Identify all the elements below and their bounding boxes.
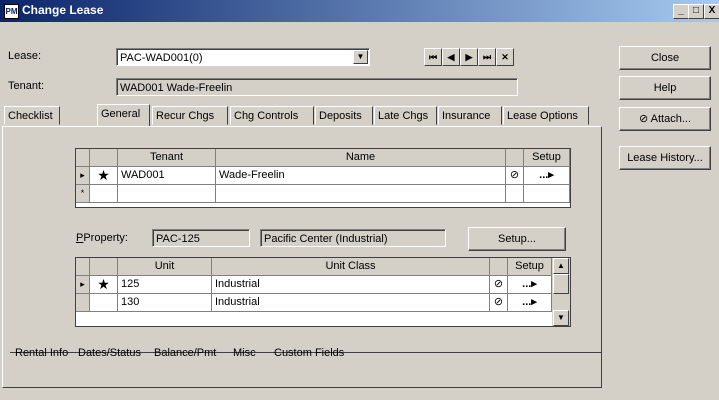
close-window-button[interactable]: X (704, 4, 719, 19)
minimize-button[interactable]: _ (673, 4, 689, 19)
tab-custom-fields[interactable]: Custom Fields (274, 347, 344, 359)
unit-setup-button[interactable]: ...▸ (508, 276, 552, 294)
tab-balance-pmt[interactable]: Balance/Pmt (154, 347, 216, 359)
tab-rental-info[interactable]: Rental Info (15, 347, 68, 359)
paperclip-icon[interactable]: ⊘ (490, 294, 508, 312)
name-cell[interactable]: Wade-Freelin (216, 167, 506, 185)
paperclip-icon[interactable]: ⊘ (506, 167, 524, 185)
unit-cell[interactable]: 125 (118, 276, 212, 294)
lease-select[interactable]: PAC-WAD001(0) ▼ (116, 48, 370, 66)
scroll-thumb[interactable] (553, 274, 569, 294)
grid-cell[interactable] (506, 185, 524, 203)
lease-value: PAC-WAD001(0) (120, 52, 203, 64)
maximize-button[interactable]: □ (688, 4, 704, 19)
grid-star-header (90, 149, 118, 167)
unit-cell[interactable]: 130 (118, 294, 212, 312)
tab-general[interactable]: General (97, 104, 150, 126)
unit-grid-scrollbar[interactable]: ▲ ▼ (552, 258, 570, 326)
tab-insurance[interactable]: Insurance (438, 106, 502, 125)
tab-recur-chgs[interactable]: Recur Chgs (152, 106, 228, 125)
last-record-button[interactable]: ⏭ (478, 48, 496, 66)
grid-star-header (90, 258, 118, 276)
clip-column-header (490, 258, 508, 276)
tenant-grid: Tenant Name Setup ▸ ★ WAD001 Wade-Freeli… (75, 148, 571, 208)
property-label-text: Property: (83, 232, 128, 244)
star-icon: ★ (90, 167, 118, 185)
attach-button[interactable]: ⊘ Attach... (619, 107, 711, 131)
star-icon: ★ (90, 276, 118, 294)
setup-column-header: Setup (524, 149, 570, 167)
row-selector-icon[interactable]: ▸ (76, 276, 90, 294)
name-column-header[interactable]: Name (216, 149, 506, 167)
close-button[interactable]: Close (619, 46, 711, 70)
chevron-down-icon[interactable]: ▼ (353, 50, 368, 64)
tab-chg-controls[interactable]: Chg Controls (230, 106, 314, 125)
row-selector[interactable] (76, 294, 90, 312)
clip-column-header (506, 149, 524, 167)
grid-cell[interactable] (524, 185, 570, 203)
lease-label: Lease: (8, 50, 42, 62)
unit-setup-button[interactable]: ...▸ (508, 294, 552, 312)
grid-corner (76, 258, 90, 276)
scroll-up-icon[interactable]: ▲ (553, 258, 569, 274)
unit-grid: Unit Unit Class Setup ▸ ★ 125 Industrial… (75, 257, 571, 327)
paperclip-icon[interactable]: ⊘ (490, 276, 508, 294)
property-code-field: PAC-125 (152, 229, 250, 247)
tenant-field: WAD001 Wade-Freelin (116, 78, 518, 96)
help-label: Help (653, 82, 677, 94)
tab-checklist[interactable]: Checklist (4, 106, 60, 125)
tab-lease-options[interactable]: Lease Options (503, 106, 589, 125)
property-label: PProperty: (76, 232, 128, 244)
clear-record-button[interactable]: ✕ (496, 48, 514, 66)
grid-cell[interactable] (118, 185, 216, 203)
property-name-field: Pacific Center (Industrial) (260, 229, 446, 247)
unit-class-cell[interactable]: Industrial (212, 276, 490, 294)
unit-class-column-header[interactable]: Unit Class (212, 258, 490, 276)
tab-misc[interactable]: Misc (233, 347, 256, 359)
tenant-label: Tenant: (8, 80, 45, 92)
tab-deposits[interactable]: Deposits (315, 106, 373, 125)
title-bar[interactable]: PM Change Lease _ □ X (0, 0, 719, 22)
paperclip-icon: ⊘ (638, 113, 651, 125)
setup-column-header: Setup (508, 258, 552, 276)
first-record-button[interactable]: ⏮ (424, 48, 442, 66)
window-title: Change Lease (22, 3, 104, 17)
attach-label: Attach... (650, 113, 692, 125)
grid-cell[interactable] (216, 185, 506, 203)
tab-dates-status[interactable]: Dates/Status (78, 347, 141, 359)
tenant-cell[interactable]: WAD001 (118, 167, 216, 185)
row-selector-icon[interactable]: ▸ (76, 167, 90, 185)
new-row-icon: * (76, 185, 90, 203)
unit-class-cell[interactable]: Industrial (212, 294, 490, 312)
unit-column-header[interactable]: Unit (118, 258, 212, 276)
help-button[interactable]: Help (619, 76, 711, 100)
grid-cell[interactable] (90, 185, 118, 203)
property-setup-button[interactable]: Setup... (468, 227, 566, 251)
grid-corner (76, 149, 90, 167)
lease-history-label: Lease History... (627, 152, 703, 164)
app-icon: PM (4, 4, 19, 19)
tab-late-chgs[interactable]: Late Chgs (374, 106, 437, 125)
tenant-setup-button[interactable]: ...▸ (524, 167, 570, 185)
change-lease-window: PM Change Lease _ □ X Lease: PAC-WAD001(… (0, 0, 719, 400)
prev-record-button[interactable]: ◀ (442, 48, 460, 66)
scroll-down-icon[interactable]: ▼ (553, 310, 569, 326)
close-label: Close (650, 52, 680, 64)
star-cell (90, 294, 118, 312)
lease-history-button[interactable]: Lease History... (619, 146, 711, 170)
next-record-button[interactable]: ▶ (460, 48, 478, 66)
tenant-column-header[interactable]: Tenant (118, 149, 216, 167)
